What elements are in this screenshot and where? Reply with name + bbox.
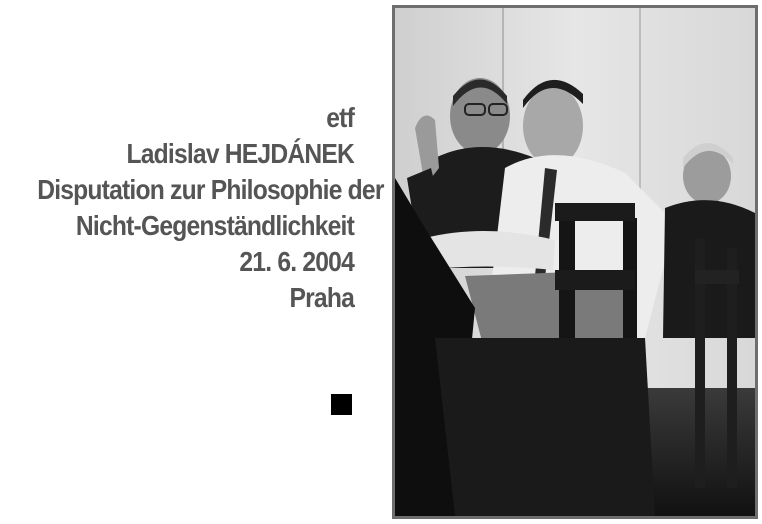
caption-line-speaker: Ladislav HEJDÁNEK	[126, 138, 354, 169]
caption-line-title-2: Nicht-Gegenständlichkeit	[75, 210, 355, 241]
poster-page: etf Ladislav HEJDÁNEK Disputation zur Ph…	[0, 0, 762, 524]
event-caption: etf Ladislav HEJDÁNEK Disputation zur Ph…	[37, 100, 384, 316]
caption-line-institution: etf	[326, 102, 355, 133]
caption-line-date: 21. 6. 2004	[239, 246, 354, 277]
black-square-marker	[331, 394, 352, 415]
caption-line-title-1: Disputation zur Philosophie der	[37, 174, 384, 205]
bw-photograph	[395, 8, 755, 516]
caption-line-city: Praha	[289, 282, 354, 313]
photo	[392, 5, 758, 519]
